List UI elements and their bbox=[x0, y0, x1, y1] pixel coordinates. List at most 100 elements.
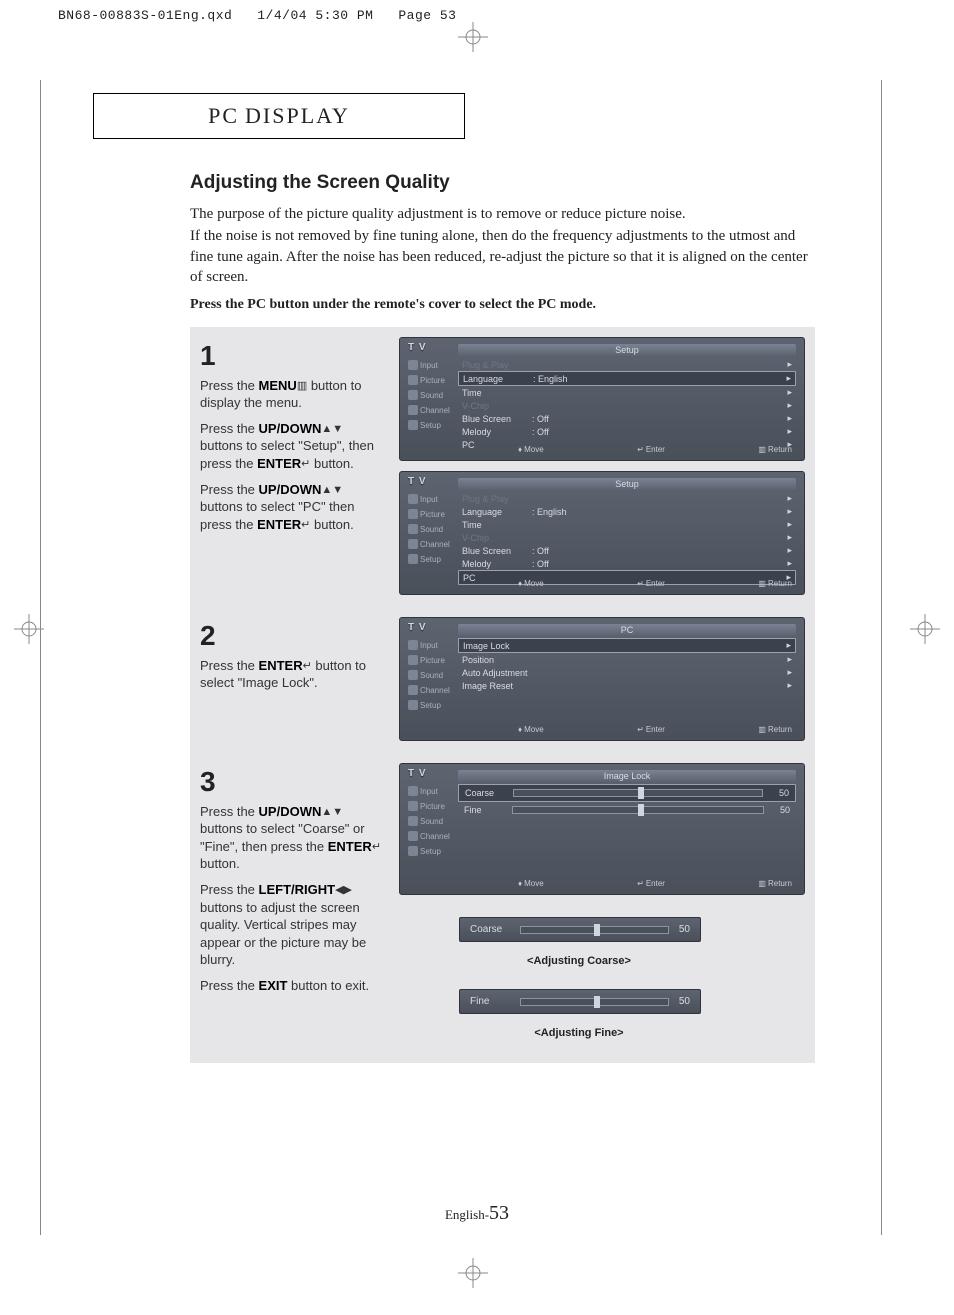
step-1-p2: Press the UP/DOWN▲▼ buttons to select "S… bbox=[200, 420, 385, 473]
side-picture: Picture bbox=[406, 507, 452, 521]
foot-return: ▥ Return bbox=[758, 445, 792, 454]
input-icon bbox=[408, 360, 418, 370]
side-picture: Picture bbox=[406, 653, 452, 667]
side-channel: Channel bbox=[406, 537, 452, 551]
foot-return: ▥ Return bbox=[758, 579, 792, 588]
step-3-number: 3 bbox=[200, 763, 385, 801]
chapter-display: DISPLAY bbox=[245, 103, 350, 129]
trim-line-right bbox=[881, 80, 882, 1235]
osd-sidebar: Input Picture Sound Channel Setup bbox=[406, 492, 452, 590]
osd-setup-a: T V Input Picture Sound Channel Setup Se… bbox=[399, 337, 805, 461]
osd-footer: ♦ Move ↵ Enter ▥ Return bbox=[518, 725, 792, 734]
pc-mode-instruction: Press the PC button under the remote's c… bbox=[190, 297, 815, 313]
channel-icon bbox=[408, 405, 418, 415]
sound-icon bbox=[408, 816, 418, 826]
input-icon bbox=[408, 640, 418, 650]
row-plugplay: Plug & Play▸ bbox=[458, 492, 796, 505]
foot-move: ♦ Move bbox=[518, 725, 544, 734]
row-vchip: V-Chip▸ bbox=[458, 399, 796, 412]
osd-footer: ♦ Move ↵ Enter ▥ Return bbox=[518, 879, 792, 888]
updown-icon: ▲▼ bbox=[321, 484, 343, 496]
side-channel: Channel bbox=[406, 683, 452, 697]
row-melody: Melody: Off▸ bbox=[458, 425, 796, 438]
picture-icon bbox=[408, 801, 418, 811]
side-picture: Picture bbox=[406, 799, 452, 813]
row-bluescreen: Blue Screen: Off▸ bbox=[458, 544, 796, 557]
chapter-pc: PC bbox=[208, 103, 239, 129]
step-1-p3: Press the UP/DOWN▲▼ buttons to select "P… bbox=[200, 481, 385, 534]
row-language: Language: English▸ bbox=[458, 371, 796, 386]
side-channel: Channel bbox=[406, 403, 452, 417]
row-bluescreen: Blue Screen: Off▸ bbox=[458, 412, 796, 425]
step-3-p2: Press the LEFT/RIGHT◀▶ buttons to adjust… bbox=[200, 881, 385, 969]
step-3-p1: Press the UP/DOWN▲▼ buttons to select "C… bbox=[200, 803, 385, 873]
osd-imagelock: T V Input Picture Sound Channel Setup Im… bbox=[399, 763, 805, 895]
slider-thumb bbox=[638, 804, 644, 816]
foot-move: ♦ Move bbox=[518, 445, 544, 454]
intro-line-2: If the noise is not removed by fine tuni… bbox=[190, 226, 815, 287]
side-channel: Channel bbox=[406, 829, 452, 843]
foot-enter: ↵ Enter bbox=[637, 725, 665, 734]
registration-mark-right bbox=[910, 614, 940, 649]
mini-coarse: Coarse 50 bbox=[459, 917, 701, 942]
mini-fine: Fine 50 bbox=[459, 989, 701, 1014]
foot-enter: ↵ Enter bbox=[637, 579, 665, 588]
slider-coarse: Coarse 50 bbox=[458, 784, 796, 802]
sound-icon bbox=[408, 524, 418, 534]
side-input: Input bbox=[406, 638, 452, 652]
side-input: Input bbox=[406, 492, 452, 506]
side-input: Input bbox=[406, 784, 452, 798]
side-sound: Sound bbox=[406, 388, 452, 402]
registration-mark-bottom bbox=[458, 1258, 488, 1293]
osd-main: Setup Plug & Play▸ Language: English▸ Ti… bbox=[458, 358, 796, 456]
channel-icon bbox=[408, 831, 418, 841]
osd-panel-title: Setup bbox=[458, 344, 796, 356]
osd-tv-label: T V bbox=[408, 768, 427, 779]
row-plugplay: Plug & Play▸ bbox=[458, 358, 796, 371]
step-2: 2 Press the ENTER↵ button to select "Ima… bbox=[200, 617, 805, 741]
section-title: Adjusting the Screen Quality bbox=[190, 172, 815, 194]
channel-icon bbox=[408, 685, 418, 695]
step-2-number: 2 bbox=[200, 617, 385, 655]
page-number: English-53 bbox=[0, 1202, 954, 1225]
setup-icon bbox=[408, 846, 418, 856]
foot-move: ♦ Move bbox=[518, 879, 544, 888]
row-imagelock: Image Lock▸ bbox=[458, 638, 796, 653]
osd-main: Image Lock Coarse 50 Fine 50 bbox=[458, 784, 796, 890]
registration-mark-top bbox=[458, 22, 488, 57]
enter-icon: ↵ bbox=[303, 660, 312, 672]
step-2-p1: Press the ENTER↵ button to select "Image… bbox=[200, 657, 385, 692]
osd-tv-label: T V bbox=[408, 622, 427, 633]
foot-enter: ↵ Enter bbox=[637, 445, 665, 454]
picture-icon bbox=[408, 375, 418, 385]
caption-fine: <Adjusting Fine> bbox=[459, 1027, 699, 1039]
osd-tv-label: T V bbox=[408, 342, 427, 353]
row-vchip: V-Chip▸ bbox=[458, 531, 796, 544]
osd-sidebar: Input Picture Sound Channel Setup bbox=[406, 784, 452, 890]
setup-icon bbox=[408, 420, 418, 430]
side-sound: Sound bbox=[406, 814, 452, 828]
slider-fine: Fine 50 bbox=[458, 802, 796, 818]
osd-panel-title: PC bbox=[458, 624, 796, 636]
osd-panel-title: Setup bbox=[458, 478, 796, 490]
row-time: Time▸ bbox=[458, 386, 796, 399]
updown-icon: ▲▼ bbox=[321, 423, 343, 435]
enter-icon: ↵ bbox=[301, 458, 310, 470]
sound-icon bbox=[408, 670, 418, 680]
caption-coarse: <Adjusting Coarse> bbox=[459, 955, 699, 967]
sound-icon bbox=[408, 390, 418, 400]
step-3: 3 Press the UP/DOWN▲▼ buttons to select … bbox=[200, 763, 805, 1039]
file-header: BN68-00883S-01Eng.qxd 1/4/04 5:30 PM Pag… bbox=[58, 8, 456, 23]
osd-footer: ♦ Move ↵ Enter ▥ Return bbox=[518, 445, 792, 454]
side-picture: Picture bbox=[406, 373, 452, 387]
osd-pc-menu: T V Input Picture Sound Channel Setup PC… bbox=[399, 617, 805, 741]
file-pageinfo: Page 53 bbox=[398, 8, 456, 23]
side-setup: Setup bbox=[406, 698, 452, 712]
row-position: Position▸ bbox=[458, 653, 796, 666]
slider-track bbox=[512, 806, 764, 814]
intro-text: The purpose of the picture quality adjus… bbox=[190, 204, 815, 287]
step-1-number: 1 bbox=[200, 337, 385, 375]
channel-icon bbox=[408, 539, 418, 549]
foot-return: ▥ Return bbox=[758, 725, 792, 734]
input-icon bbox=[408, 494, 418, 504]
